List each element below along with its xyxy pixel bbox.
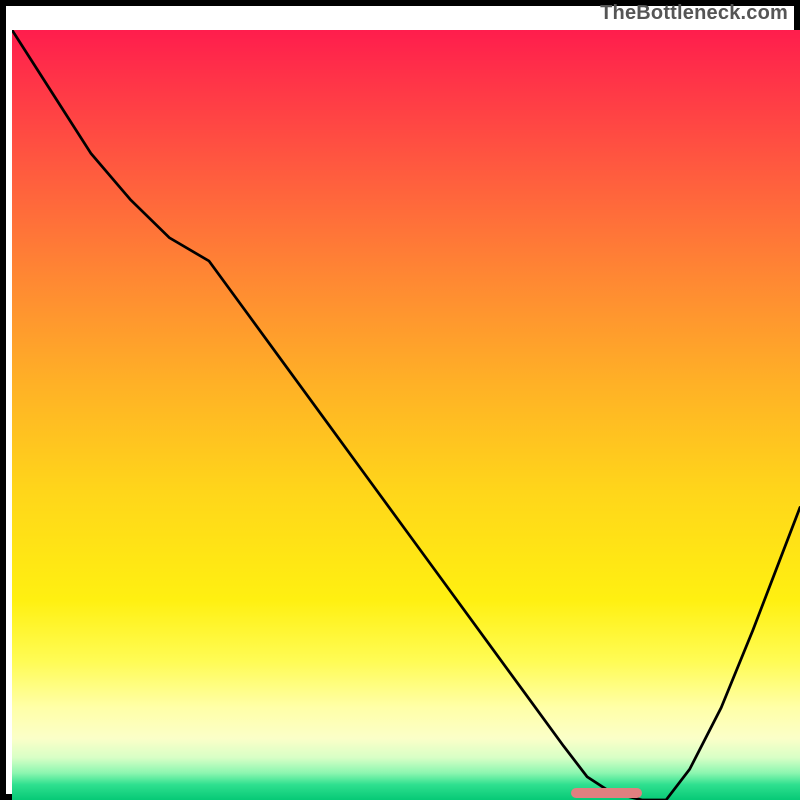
- plot-area: [12, 30, 800, 800]
- curve-svg: [12, 30, 800, 800]
- chart-frame: [0, 0, 800, 800]
- optimal-marker: [571, 788, 642, 798]
- bottleneck-curve-path: [12, 30, 800, 800]
- source-caption: TheBottleneck.com: [600, 2, 788, 25]
